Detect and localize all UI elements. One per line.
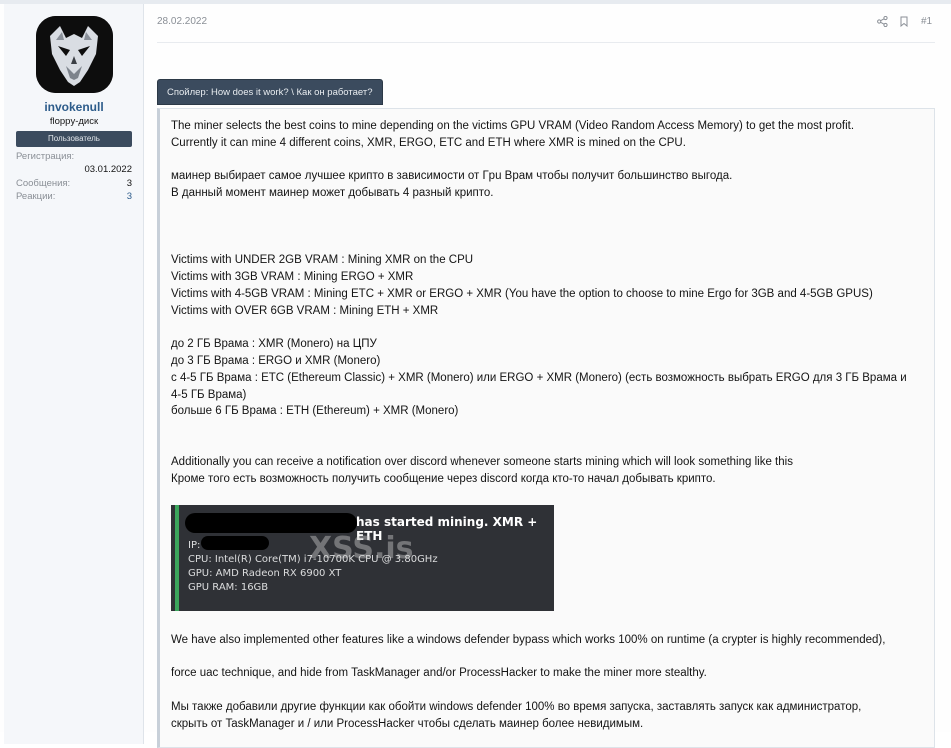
paragraph-line: до 3 ГБ Врама : ERGO и XMR (Monero) xyxy=(171,355,381,367)
stat-value: 3 xyxy=(126,178,132,189)
bookmark-button[interactable] xyxy=(899,15,909,29)
paragraph-line: Victims with 3GB VRAM : Mining ERGO + XM… xyxy=(171,271,414,283)
user-avatar[interactable] xyxy=(36,16,113,93)
stat-value[interactable]: 3 xyxy=(127,191,132,202)
embed-cpu-line: CPU: Intel(R) Core(TM) i7-10700K CPU @ 3… xyxy=(188,554,438,565)
user-title: floppy-диск xyxy=(49,116,99,127)
embed-accent-bar xyxy=(175,505,179,611)
paragraph-line: В данный момент маинер может добывать 4 … xyxy=(171,187,494,199)
stat-reactions: Реакции: 3 xyxy=(16,191,132,202)
username[interactable]: invokenull xyxy=(4,100,144,114)
paragraph-line: Currently it can mine 4 different coins,… xyxy=(171,137,686,149)
paragraph-line: We have also implemented other features … xyxy=(171,634,886,646)
paragraph-line: Victims with OVER 6GB VRAM : Mining ETH … xyxy=(171,305,439,317)
spoiler-content xyxy=(157,108,935,748)
discord-notification-image[interactable]: has started mining. XMR + ETH IP: XSS.is… xyxy=(171,505,554,611)
paragraph-line: скрыть от TaskManager и / или ProcessHac… xyxy=(171,718,644,730)
user-banner: Пользователь xyxy=(16,131,132,147)
stat-messages: Сообщения: 3 xyxy=(16,178,132,189)
share-button[interactable] xyxy=(877,15,888,29)
paragraph-line: The miner selects the best coins to mine… xyxy=(171,120,855,132)
spoiler-toggle-button[interactable]: Спойлер: How does it work? \ Как он рабо… xyxy=(157,79,383,105)
paragraph-line: маинер выбирает самое лучшее крипто в за… xyxy=(171,170,733,182)
stat-label: Регистрация: xyxy=(16,151,75,162)
post-number-link[interactable]: #1 xyxy=(921,16,932,30)
paragraph-line: Victims with 4-5GB VRAM : Mining ETC + X… xyxy=(171,288,873,300)
stat-label: Реакции: xyxy=(16,191,56,202)
bookmark-icon xyxy=(900,16,908,27)
stat-value: 03.01.2022 xyxy=(84,164,132,175)
paragraph-line: Victims with UNDER 2GB VRAM : Mining XMR… xyxy=(171,254,474,266)
paragraph-line: Additionally you can receive a notificat… xyxy=(171,456,793,468)
wolf-avatar-icon xyxy=(36,16,113,93)
paragraph-line: Мы также добавили другие функции как обо… xyxy=(171,701,862,713)
share-icon xyxy=(877,15,888,27)
post-date[interactable]: 28.02.2022 xyxy=(157,16,207,27)
stat-registration: Регистрация: xyxy=(16,151,132,162)
embed-gpu-line: GPU: AMD Radeon RX 6900 XT xyxy=(188,568,342,579)
paragraph-line: до 2 ГБ Врама : XMR (Monero) на ЦПУ xyxy=(171,338,377,350)
post-frame: invokenull floppy-диск Пользователь Реги… xyxy=(0,0,951,748)
user-panel: invokenull floppy-диск Пользователь Реги… xyxy=(4,4,144,744)
embed-ip-label: IP: xyxy=(188,540,201,551)
stat-label: Сообщения: xyxy=(16,178,71,189)
redaction-bar xyxy=(201,536,269,550)
paragraph-line: с 4-5 ГБ Врама : ETC (Ethereum Classic) … xyxy=(171,372,907,401)
paragraph-line: больше 6 ГБ Врама : ETH (Ethereum) + XMR… xyxy=(171,405,459,417)
embed-ram-line: GPU RAM: 16GB xyxy=(188,582,269,593)
paragraph-line: force uac technique, and hide from TaskM… xyxy=(171,667,707,679)
header-divider xyxy=(157,42,935,43)
redaction-bar xyxy=(185,513,357,533)
paragraph-line: Кроме того есть возможность получить соо… xyxy=(171,473,716,485)
